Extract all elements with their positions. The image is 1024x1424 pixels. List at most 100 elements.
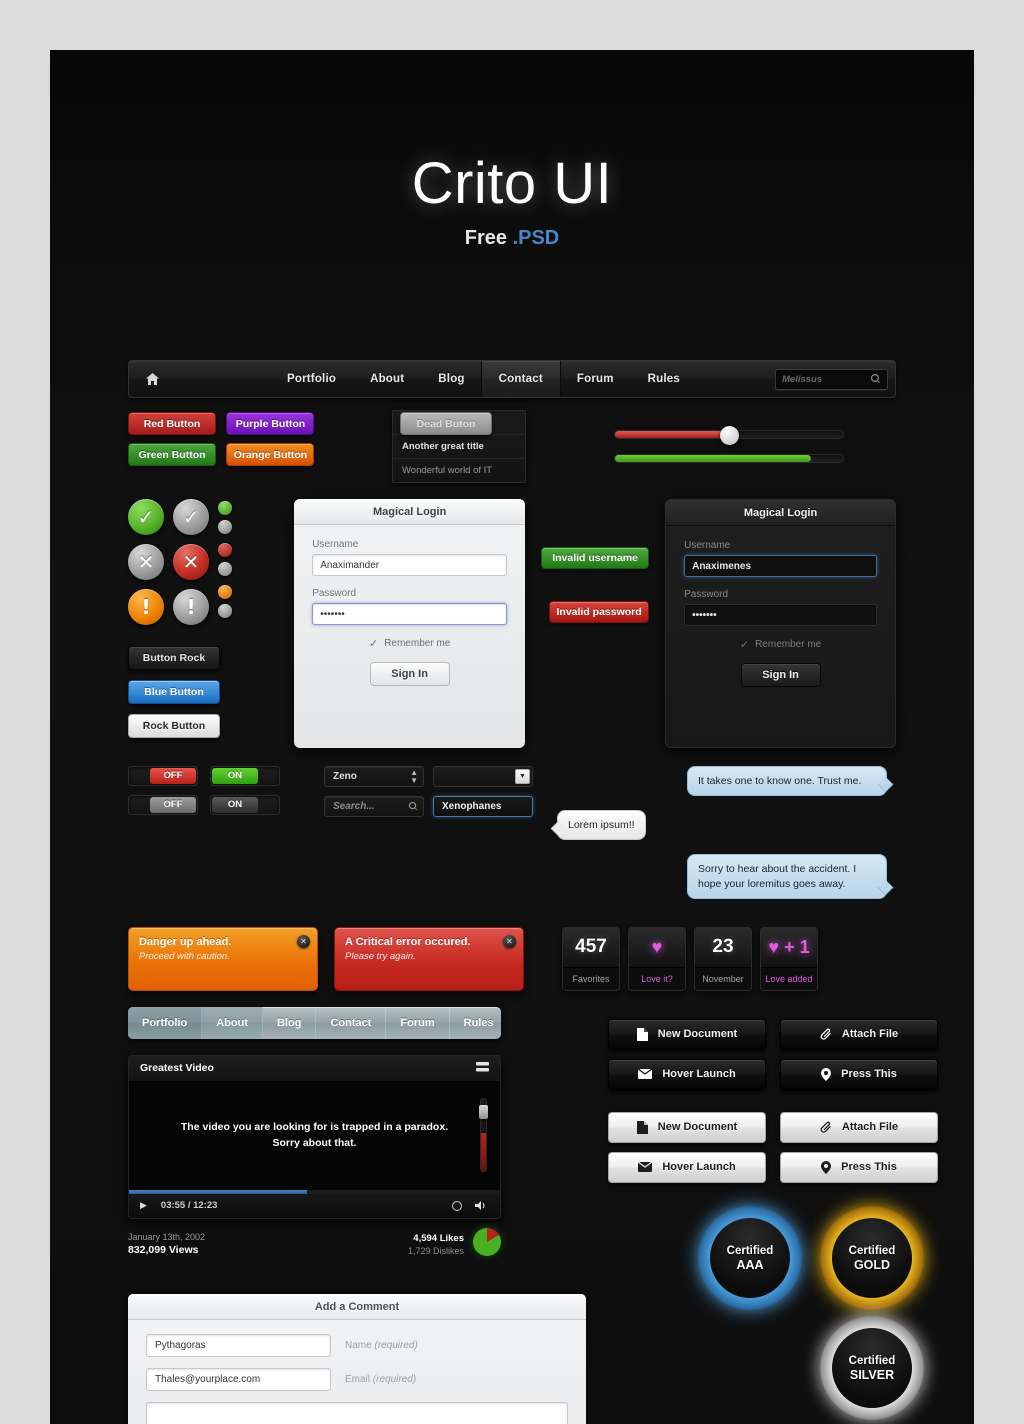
nav-item-forum[interactable]: Forum [560,361,631,397]
volume-slider[interactable] [479,1097,488,1172]
document-icon-light [636,1120,648,1134]
toggle-on-gray[interactable]: ON [210,795,280,815]
tab-about[interactable]: About [202,1006,263,1039]
tab-rules[interactable]: Rules [450,1007,501,1039]
hover-launch-button-dark[interactable]: Hover Launch [608,1058,766,1090]
mini-orange-icon[interactable] [218,585,232,599]
alert-orange-icon[interactable]: ! [128,589,164,625]
stepper-select[interactable]: Zeno ▲ ▼ [324,766,424,787]
attach-file-button-dark[interactable]: Attach File [780,1018,938,1050]
video-meta-left: January 13th, 2002 832,099 Views [128,1232,205,1256]
video-likes: 4,594 Likes [413,1232,464,1244]
nav-item-rules[interactable]: Rules [631,361,697,397]
new-document-button-light[interactable]: New Document [608,1111,766,1143]
nav-item-portfolio[interactable]: Portfolio [270,361,353,397]
nav-item-about[interactable]: About [353,361,421,397]
red-button[interactable]: Red Button [128,412,216,435]
volume-slider-knob[interactable] [479,1104,488,1119]
mini-green-icon[interactable] [218,501,232,515]
tab-portfolio[interactable]: Portfolio [128,1006,203,1039]
alert-silver-icon[interactable]: ! [173,589,209,625]
toggle-off-gray[interactable]: OFF [128,795,198,815]
stat-card-love-added[interactable]: ♥ + 1 Love added [760,926,818,991]
new-document-button-dark[interactable]: New Document [608,1018,766,1050]
stat-card-date[interactable]: 23 November [694,926,752,991]
tab-blog[interactable]: Blog [263,1006,317,1039]
button-rock[interactable]: Button Rock [128,646,220,670]
mini-silver-icon-2[interactable] [218,562,232,576]
login-dark-remember-row[interactable]: ✓ Remember me [684,638,877,651]
check-green-icon[interactable]: ✓ [128,499,164,535]
stat-card-favorites[interactable]: 457 Favorites [562,926,620,991]
search-field[interactable]: Search... [324,796,424,817]
green-slider[interactable] [614,454,844,463]
close-icon-error[interactable]: ✕ [503,934,516,948]
login-light-title: Magical Login [294,499,526,525]
tab-bar: Portfolio About Blog Contact Forum Rules [128,1006,501,1039]
hover-launch-button-light[interactable]: Hover Launch [608,1151,766,1183]
stepper-arrows-icon[interactable]: ▲ ▼ [410,768,418,785]
dropdown-select[interactable]: ▼ [433,766,533,787]
nav-item-contact[interactable]: Contact [481,361,560,397]
checkbox-check-icon[interactable]: ✓ [369,637,378,650]
close-icon-warning[interactable]: ✕ [297,934,310,948]
login-dark-password-input[interactable]: ••••••• [684,604,877,626]
mini-red-icon[interactable] [218,543,232,557]
nav-search-input[interactable]: Melissus [775,368,888,390]
login-light-password-input[interactable]: ••••••• [312,603,508,625]
chevron-down-icon[interactable]: ▼ [515,769,530,784]
login-light-password-label: Password [312,588,357,599]
text-input-focused[interactable]: Xenophanes [433,796,533,817]
toggle-on-green[interactable]: ON [210,766,280,786]
blue-button-rock[interactable]: Blue Button [128,680,220,704]
stat-card-love[interactable]: ♥ Love it? [628,926,686,991]
login-light-signin-button[interactable]: Sign In [369,662,450,686]
home-icon[interactable] [129,361,175,397]
navbar: Portfolio About Blog Contact Forum Rules… [128,360,896,398]
green-button[interactable]: Green Button [128,443,216,466]
expand-icon[interactable] [476,1059,489,1077]
video-timecode: 03:55 / 12:23 [160,1200,218,1212]
tab-contact[interactable]: Contact [316,1006,387,1039]
video-progress-bar[interactable] [129,1189,500,1194]
red-slider[interactable] [614,426,844,445]
loop-icon[interactable] [452,1200,462,1211]
press-this-button-dark[interactable]: Press This [780,1058,938,1090]
likes-pie-chart [473,1227,501,1256]
badge-silver-inner: Certified SILVER [832,1328,912,1408]
play-icon[interactable]: ▶ [140,1200,147,1211]
toggle-off-red[interactable]: OFF [128,766,198,786]
check-silver-icon[interactable]: ✓ [173,499,209,535]
invalid-username-badge[interactable]: Invalid username [541,547,650,569]
comment-name-row: Pythagoras Name (required) [146,1333,568,1357]
search-icon-small [409,802,418,811]
login-light-remember-row[interactable]: ✓ Remember me [312,637,507,650]
new-document-label-light: New Document [657,1121,738,1134]
cross-silver-icon[interactable]: ✕ [128,544,164,580]
red-slider-knob[interactable] [719,426,739,445]
stat-date-label: November [695,967,751,990]
purple-button[interactable]: Purple Button [226,412,315,435]
row-alerts-stats: ✕ Danger up ahead. Proceed with caution.… [128,926,896,991]
comment-name-input[interactable]: Pythagoras [146,1333,331,1357]
invalid-password-badge[interactable]: Invalid password [549,601,650,623]
login-dark-signin-button[interactable]: Sign In [740,663,821,687]
attach-file-button-light[interactable]: Attach File [780,1111,938,1143]
nav-item-blog[interactable]: Blog [421,361,481,397]
mini-silver-icon-3[interactable] [218,604,232,618]
press-this-button-light[interactable]: Press This [780,1151,938,1183]
checkbox-check-icon-dark[interactable]: ✓ [740,638,749,651]
tab-forum[interactable]: Forum [386,1006,450,1039]
orange-button[interactable]: Orange Button [226,443,315,466]
cross-red-icon[interactable]: ✕ [173,544,209,580]
rock-button[interactable]: Rock Button [128,714,220,738]
mini-silver-icon-1[interactable] [218,520,232,534]
comment-textarea[interactable] [146,1401,568,1424]
video-stage[interactable]: The video you are looking for is trapped… [129,1081,500,1190]
attach-file-label-light: Attach File [841,1121,899,1134]
login-dark-username-input[interactable]: Anaximenes [684,555,877,577]
login-light-username-input[interactable]: Anaximander [312,554,508,576]
form-row-2: Search... Xenophanes [324,796,539,817]
comment-email-input[interactable]: Thales@yourplace.com [146,1367,331,1391]
